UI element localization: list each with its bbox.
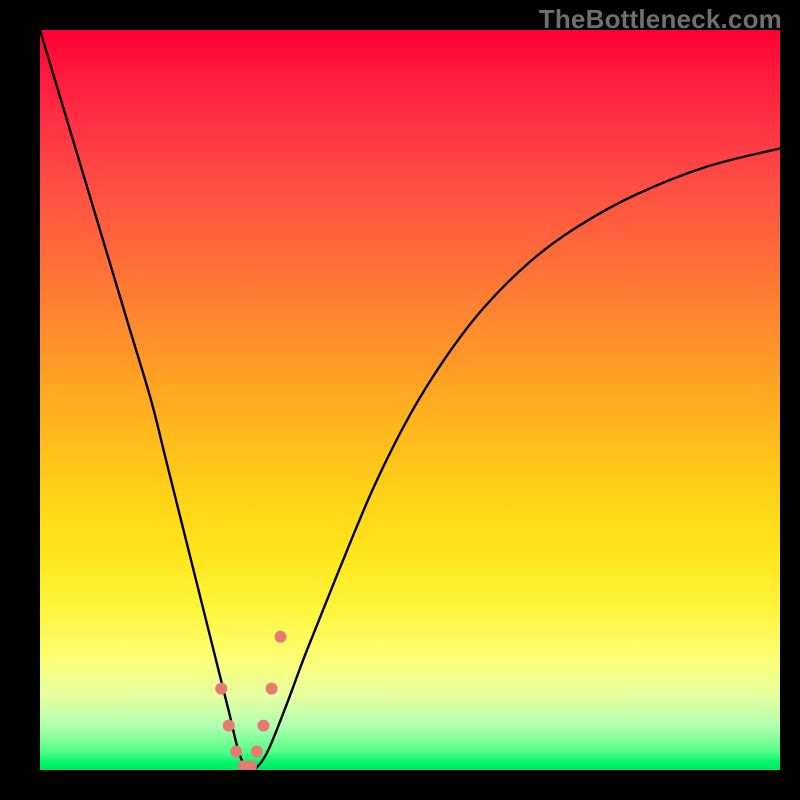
- chart-frame: TheBottleneck.com: [0, 0, 800, 800]
- minimum-marker: [251, 746, 263, 758]
- plot-area: [40, 30, 780, 770]
- minimum-marker: [257, 720, 269, 732]
- minimum-marker: [230, 746, 242, 758]
- minimum-marker: [223, 720, 235, 732]
- curve-layer: [40, 30, 780, 770]
- minimum-marker: [266, 683, 278, 695]
- bottleneck-curve: [40, 30, 780, 770]
- minimum-marker: [215, 683, 227, 695]
- minimum-marker: [275, 631, 287, 643]
